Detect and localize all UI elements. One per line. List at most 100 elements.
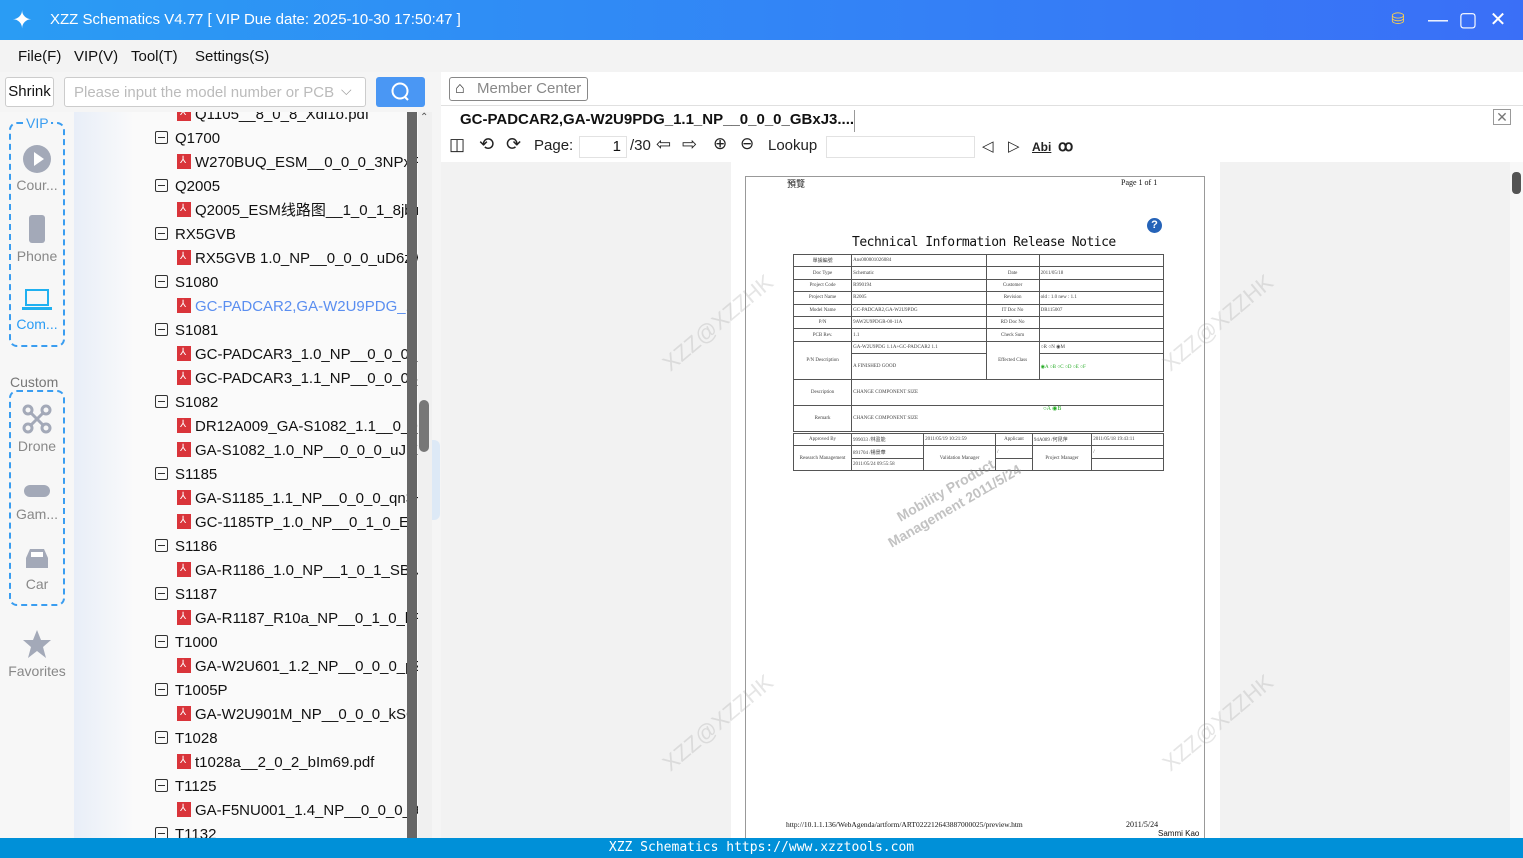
find-next-icon[interactable]: ▷ (1008, 137, 1020, 155)
page-number-input[interactable]: 1 (579, 136, 627, 158)
tree-label: GC-PADCAR3_1.1_NP__0_0_0_4 (195, 370, 418, 387)
zoom-in-icon[interactable]: ⊕ (713, 134, 727, 154)
shrink-button[interactable]: Shrink (5, 77, 54, 107)
tree-folder[interactable]: S1081 (155, 320, 218, 342)
lookup-input[interactable] (826, 136, 975, 158)
collapse-icon[interactable] (155, 731, 168, 744)
sidebar-item-car[interactable]: Car (0, 546, 74, 592)
cell (1038, 315, 1165, 330)
tree-label: t1028a__2_0_2_bIm69.pdf (195, 754, 375, 771)
pdf-icon (177, 510, 191, 532)
rotate-left-icon[interactable]: ⟲ (479, 134, 494, 155)
cell: Project Manager (1031, 445, 1093, 472)
collapse-icon[interactable] (155, 827, 168, 838)
tree-folder[interactable]: S1080 (155, 272, 218, 294)
binoculars-icon[interactable]: ꝏ (1058, 137, 1073, 155)
menu-tool[interactable]: Tool(T) (131, 48, 178, 65)
cell: Check Sum (985, 328, 1040, 342)
collapse-icon[interactable] (155, 587, 168, 600)
tree-file[interactable]: GA-S1185_1.1_NP__0_0_0_qn3H (177, 486, 418, 510)
sidebar-item-games[interactable]: Gam... (0, 482, 74, 522)
tree-file[interactable]: t1028a__2_0_2_bIm69.pdf (177, 750, 375, 774)
doc-scrollbar[interactable] (1510, 162, 1523, 838)
tree-folder[interactable]: T1000 (155, 632, 218, 654)
collapse-icon[interactable] (155, 539, 168, 552)
tree-folder[interactable]: S1186 (155, 536, 217, 558)
tree-file[interactable]: GA-W2U901M_NP__0_0_0_kSC (177, 702, 417, 726)
chevron-down-icon[interactable]: ⌵ (341, 82, 352, 99)
tree-file[interactable]: Q2005_ESM线路图__1_0_1_8jbjr (177, 198, 418, 222)
tree-scrollbar-track[interactable] (407, 112, 417, 838)
splitter-handle[interactable] (432, 440, 440, 520)
close-tab-icon[interactable]: ✕ (1493, 109, 1511, 125)
next-page-icon[interactable]: ⇨ (682, 134, 697, 155)
tree-file[interactable]: GC-PADCAR3_1.1_NP__0_0_0_4 (177, 366, 418, 390)
cell: PCB Rev. (792, 328, 853, 342)
tree-scrollbar[interactable]: ⌃ (418, 112, 432, 838)
menu-settings[interactable]: Settings(S) (195, 48, 269, 65)
collapse-icon[interactable] (155, 779, 168, 792)
collapse-icon[interactable] (155, 131, 168, 144)
tree-file[interactable]: DR12A009_GA-S1082_1.1__0_0_ (177, 414, 418, 438)
search-input[interactable]: Please input the model number or PCB ⌵ (64, 77, 366, 107)
tree-file[interactable]: Q1105__8_0_8_Xdl1o.pdf (177, 112, 369, 126)
tree-folder[interactable]: Q2005 (155, 176, 220, 198)
collapse-icon[interactable] (155, 395, 168, 408)
tree-file[interactable]: GA-S1082_1.0_NP__0_0_0_uJHX (177, 438, 418, 462)
collapse-icon[interactable] (155, 275, 168, 288)
collapse-icon[interactable] (155, 179, 168, 192)
maximize-button[interactable]: ▢ (1456, 8, 1480, 32)
tree-file[interactable]: GA-R1186_1.0_NP__1_0_1_SBU3 (177, 558, 418, 582)
pane-scroll-thumb[interactable] (419, 400, 429, 452)
tree-file[interactable]: GC-PADCAR2,GA-W2U9PDG_1.1 (177, 294, 418, 318)
document-tab[interactable]: GC-PADCAR2,GA-W2U9PDG_1.1_NP__0_0_0_GBxJ… (460, 111, 854, 128)
vip-bag-icon[interactable]: ⛁ (1386, 8, 1410, 32)
match-case-icon[interactable]: Abi (1032, 140, 1051, 154)
tree-folder[interactable]: T1132 (155, 824, 216, 838)
tree-folder[interactable]: S1185 (155, 464, 217, 486)
tree-file[interactable]: RX5GVB 1.0_NP__0_0_0_uD6zW (177, 246, 418, 270)
tree-folder[interactable]: T1028 (155, 728, 218, 750)
prev-page-icon[interactable]: ⇦ (656, 134, 671, 155)
dual-page-icon[interactable]: ◫ (449, 135, 465, 155)
collapse-icon[interactable] (155, 467, 168, 480)
find-prev-icon[interactable]: ◁ (982, 137, 994, 155)
tree-file[interactable]: GA-W2U601_1.2_NP__0_0_0_pZ (177, 654, 418, 678)
tree-folder[interactable]: T1005P (155, 680, 228, 702)
tree-folder[interactable]: S1082 (155, 392, 218, 414)
scroll-up-icon[interactable]: ⌃ (420, 112, 428, 123)
tree-file[interactable]: W270BUQ_ESM__0_0_0_3NPxF.pdf (177, 150, 418, 174)
sidebar-item-favorites[interactable]: Favorites (0, 629, 74, 679)
doc-scroll-thumb[interactable] (1512, 172, 1521, 194)
collapse-icon[interactable] (155, 683, 168, 696)
zoom-out-icon[interactable]: ⊖ (740, 134, 754, 154)
search-button[interactable] (376, 77, 425, 107)
sidebar-item-computer[interactable]: Com... (0, 288, 74, 332)
cell: Remark (792, 405, 853, 433)
tree-folder[interactable]: Q1700 (155, 128, 220, 150)
tree-label: T1005P (175, 682, 228, 699)
rotate-right-icon[interactable]: ⟳ (506, 134, 521, 155)
collapse-icon[interactable] (155, 227, 168, 240)
sidebar-item-drone[interactable]: Drone (0, 404, 74, 454)
sidebar-item-label: Gam... (15, 506, 58, 522)
sidebar-item-courses[interactable]: Cour... (0, 145, 74, 193)
tree-file[interactable]: GA-F5NU001_1.4_NP__0_0_0_9T (177, 798, 418, 822)
menu-vip[interactable]: VIP(V) (74, 48, 118, 65)
menu-file[interactable]: File(F) (18, 48, 61, 65)
tree-folder[interactable]: RX5GVB (155, 224, 236, 246)
cell: R990194 (851, 278, 987, 293)
close-button[interactable]: ✕ (1486, 8, 1510, 32)
table-row: Project Code R990194 Customer (792, 278, 1165, 293)
pdf-icon (177, 414, 191, 436)
tree-file[interactable]: GC-PADCAR3_1.0_NP__0_0_0_P (177, 342, 418, 366)
collapse-icon[interactable] (155, 635, 168, 648)
member-center-button[interactable]: ⌂ Member Center (449, 77, 588, 101)
tree-folder[interactable]: T1125 (155, 776, 216, 798)
tree-folder[interactable]: S1187 (155, 584, 217, 606)
sidebar-item-phone[interactable]: Phone (0, 214, 74, 264)
collapse-icon[interactable] (155, 323, 168, 336)
tree-file[interactable]: GA-R1187_R10a_NP__0_1_0_kP (177, 606, 418, 630)
tree-file[interactable]: GC-1185TP_1.0_NP__0_1_0_E6p (177, 510, 418, 534)
minimize-button[interactable]: — (1426, 8, 1450, 32)
